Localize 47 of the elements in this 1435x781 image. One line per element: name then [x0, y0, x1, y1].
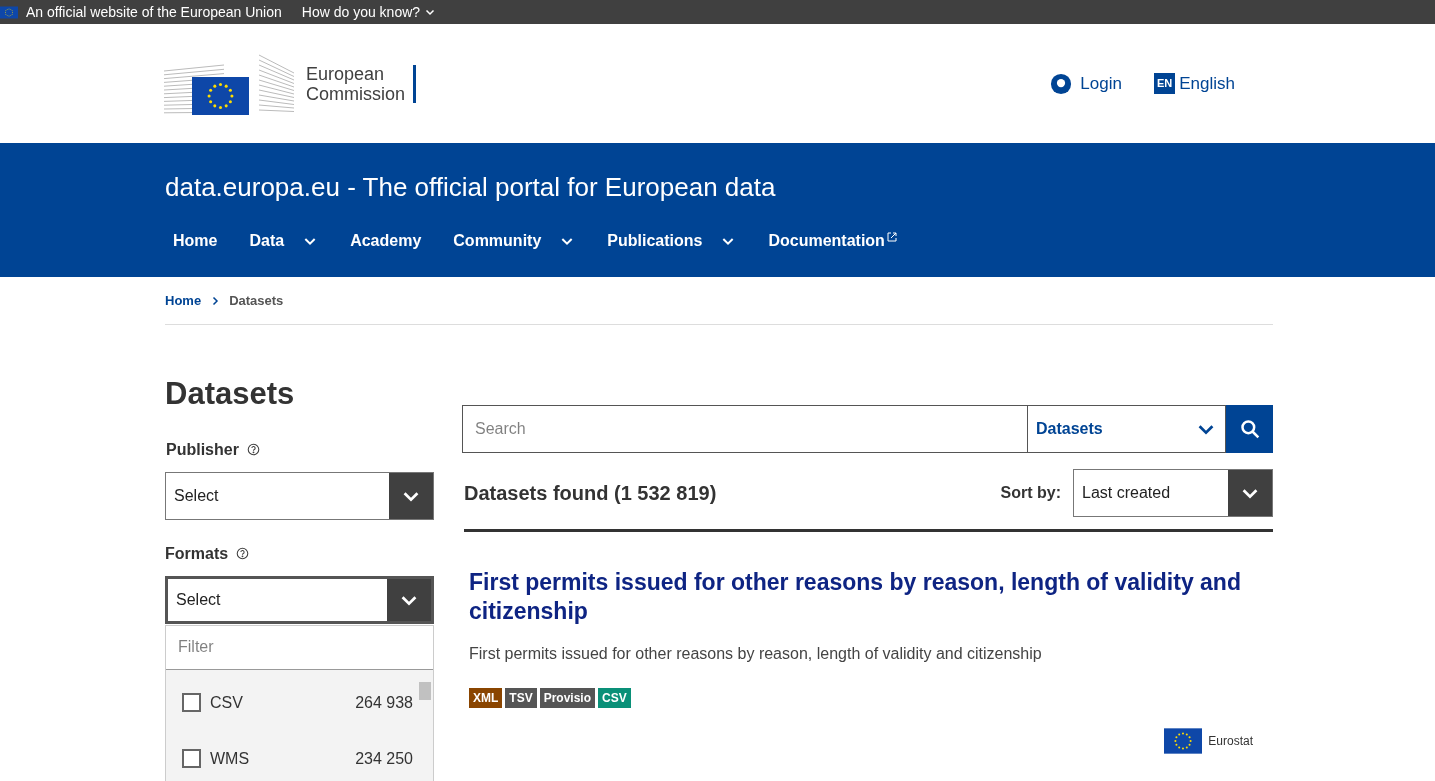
checkbox[interactable]	[182, 749, 201, 768]
sort-label: Sort by:	[1000, 483, 1061, 503]
filter-label: Formats	[165, 543, 229, 564]
help-icon	[236, 547, 250, 560]
dataset-title-link[interactable]: First permits issued for other reasons by reason, length of validity and citizenship	[469, 568, 1249, 626]
breadcrumb-link[interactable]: Home	[165, 290, 202, 311]
format-tag[interactable]: TSV	[505, 688, 537, 708]
scope-select[interactable]: Datasets	[1028, 405, 1226, 453]
nav-item[interactable]: Publications	[599, 229, 745, 253]
format-tag[interactable]: CSV	[598, 688, 631, 708]
search-icon	[1239, 419, 1260, 439]
publisher-select[interactable]: Select	[165, 471, 434, 520]
format-option[interactable]: CSV 264 938	[166, 674, 417, 731]
search-input[interactable]: Search	[462, 405, 1028, 453]
nav-item[interactable]: Data	[241, 229, 327, 253]
eu-flag-icon	[192, 76, 249, 115]
breadcrumb-link[interactable]: Datasets	[229, 290, 284, 311]
help-icon	[246, 443, 260, 456]
eu-flag-icon	[1164, 728, 1203, 754]
nav-item[interactable]: Documentation	[760, 229, 905, 253]
checkbox[interactable]	[182, 693, 201, 712]
format-option[interactable]: WMS 234 250	[166, 730, 417, 781]
nav-item[interactable]: Academy	[342, 229, 430, 253]
nav-item[interactable]: Community	[445, 229, 584, 253]
how-do-you-know-link[interactable]: How do you know?	[301, 1, 437, 23]
dataset-description: First permits issued for other reasons by reason, length of validity and citizenship	[469, 644, 1043, 664]
logo-text: Commission	[306, 83, 406, 104]
user-icon	[1050, 72, 1073, 95]
site-title: data.europa.eu - The official portal for European data	[165, 171, 776, 204]
format-tag[interactable]: XML	[469, 688, 503, 708]
format-tag[interactable]: Provisio	[539, 688, 596, 708]
external-link-icon	[886, 232, 897, 242]
results-count: Datasets found (1 532 819)	[464, 481, 717, 506]
eu-flag-icon	[0, 5, 18, 19]
nav-item[interactable]: Home	[165, 229, 226, 253]
publisher-name: Eurostat	[1208, 733, 1253, 750]
formats-select[interactable]: Select	[165, 575, 434, 624]
logo-text: European	[306, 63, 386, 84]
filter-label: Publisher	[166, 439, 239, 460]
filter-input[interactable]: Filter	[166, 625, 433, 670]
sort-select[interactable]: Last created	[1073, 469, 1273, 517]
page-title: Datasets	[165, 375, 296, 413]
official-website-text: An official website of the European Union	[26, 2, 282, 22]
commission-logo[interactable]: European Commission	[164, 50, 417, 117]
login-button[interactable]: Login	[1050, 70, 1122, 97]
search-button[interactable]	[1226, 405, 1273, 453]
language-button[interactable]: EN English	[1153, 70, 1235, 97]
